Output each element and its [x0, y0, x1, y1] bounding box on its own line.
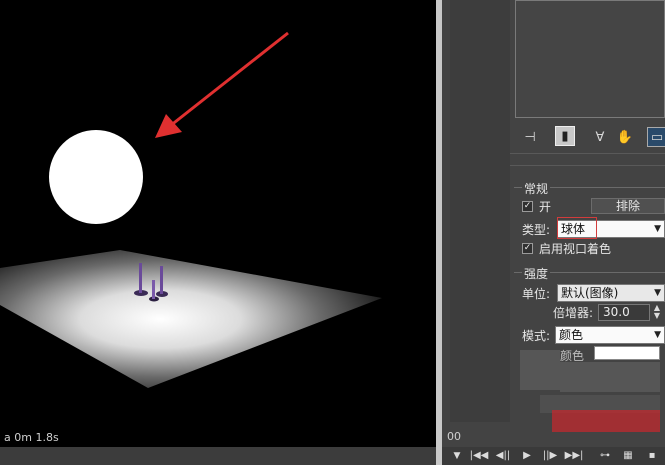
goto-start-icon[interactable]: |◀◀ [469, 449, 489, 463]
pin-icon[interactable]: ⊣ [520, 127, 540, 147]
sphere-light [49, 130, 143, 224]
render-time-text: a 0m 1.8s [4, 431, 59, 444]
time-config-icon[interactable]: ▦ [618, 449, 638, 463]
funnel-icon[interactable]: ∀ [590, 127, 610, 147]
viewport-scene [0, 31, 382, 388]
multiplier-label: 倍增器: [553, 306, 594, 320]
floor-plane [0, 250, 382, 388]
on-label: 开 [539, 200, 552, 214]
exclude-button[interactable]: 排除 [591, 198, 665, 214]
frame-icon[interactable]: ▪ [642, 449, 662, 463]
blurred-region [520, 350, 560, 390]
on-checkbox[interactable]: ✓ [522, 201, 533, 212]
chevron-down-icon: ▼ [654, 288, 661, 298]
highlight-box [557, 217, 597, 239]
mode-dropdown[interactable]: 颜色 ▼ [555, 326, 665, 344]
toolbar-separator-2 [510, 165, 665, 166]
display-icon[interactable]: ▭ [647, 127, 665, 147]
color-swatch[interactable] [594, 346, 660, 360]
annotation-arrow [155, 31, 289, 138]
mode-value: 颜色 [559, 328, 584, 342]
spinner-arrows-icon[interactable]: ▲ ▼ [652, 304, 662, 321]
watermark-badge [552, 410, 660, 432]
unit-dropdown[interactable]: 默认(图像) ▼ [557, 284, 665, 302]
intensity-group-title: 强度 [522, 265, 551, 282]
chevron-down-icon[interactable]: ▼ [447, 449, 467, 463]
next-frame-icon[interactable]: ||▶ [540, 449, 560, 463]
prev-frame-icon[interactable]: ◀|| [493, 449, 513, 463]
blurred-region-2 [560, 362, 660, 392]
goto-end-icon[interactable]: ▶▶| [564, 449, 584, 463]
timeline-ruler-label: 00 [447, 430, 461, 443]
render-viewport[interactable]: a 0m 1.8s [0, 0, 436, 447]
toolbar-separator [510, 153, 665, 154]
hand-icon[interactable]: ✋ [615, 127, 635, 147]
material-preview-box[interactable] [515, 0, 665, 118]
modifier-stack-icon[interactable]: ▮ [555, 126, 575, 146]
viewport-shading-checkbox[interactable]: ✓ [522, 243, 533, 254]
viewport-status-strip [0, 447, 436, 465]
unit-value: 默认(图像) [561, 286, 619, 300]
mode-label: 模式: [522, 329, 551, 343]
chevron-down-icon: ▼ [654, 330, 661, 340]
play-icon[interactable]: ▶ [517, 449, 537, 463]
multiplier-input[interactable]: 30.0 [598, 304, 650, 321]
general-group-title: 常规 [522, 180, 551, 197]
unit-label: 单位: [522, 287, 551, 301]
track-area [450, 0, 510, 422]
chevron-down-icon: ▼ [654, 224, 661, 234]
key-mode-icon[interactable]: ⊶ [595, 449, 615, 463]
viewport-shading-label: 启用视口着色 [539, 242, 612, 256]
type-label: 类型: [522, 223, 551, 237]
